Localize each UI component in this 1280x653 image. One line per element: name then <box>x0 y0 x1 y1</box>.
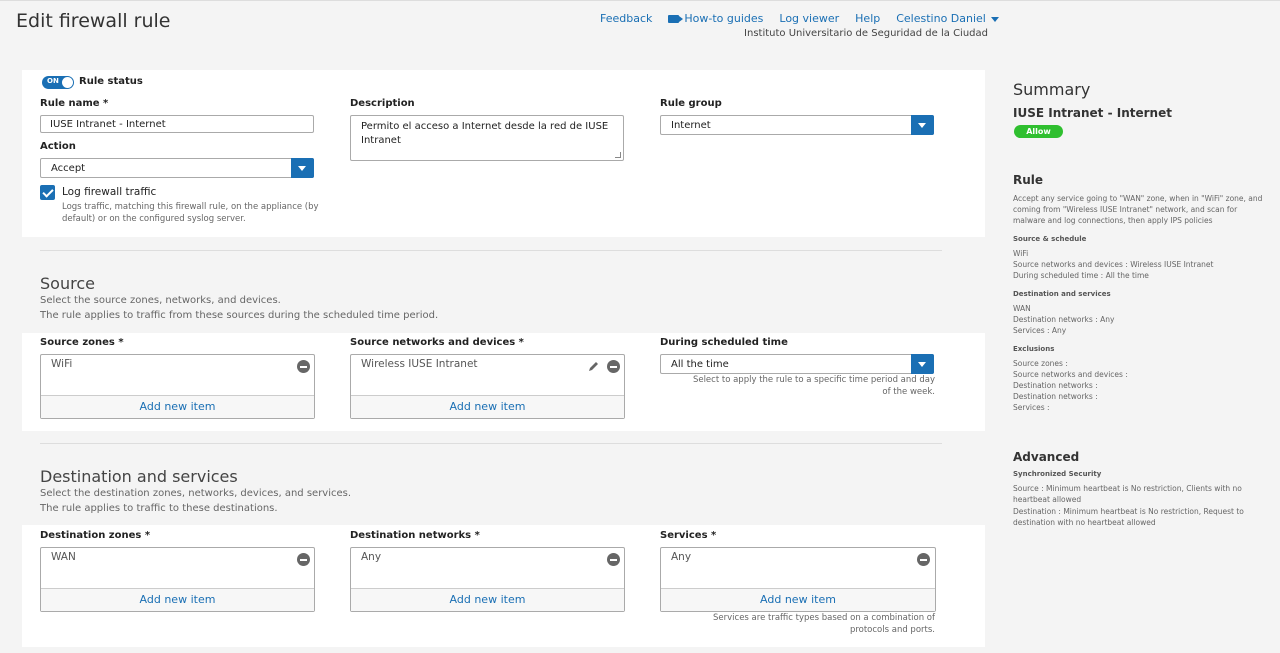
log-traffic-help: Logs traffic, matching this firewall rul… <box>62 202 319 224</box>
description-text: Permito el acceso a Internet desde la re… <box>361 121 609 146</box>
user-name: Celestino Daniel <box>896 12 986 25</box>
video-icon <box>668 15 684 23</box>
summary-ex-line-5: Services : <box>1013 403 1050 412</box>
schedule-label: During scheduled time <box>660 337 788 348</box>
summary-exclusions-heading: Exclusions <box>1013 345 1055 353</box>
remove-icon[interactable] <box>607 360 620 373</box>
description-textarea[interactable]: Permito el acceso a Internet desde la re… <box>350 115 624 161</box>
summary-adv-line-2: Destination : Minimum heartbeat is No re… <box>1013 507 1244 527</box>
add-service-button[interactable]: Add new item <box>661 588 935 611</box>
rule-name-label: Rule name * <box>40 98 109 109</box>
destination-networks-list[interactable]: Any Add new item <box>350 547 625 612</box>
chevron-down-icon[interactable] <box>291 158 314 178</box>
rule-name-input[interactable]: IUSE Intranet - Internet <box>40 115 314 133</box>
rule-group-label: Rule group <box>660 98 722 109</box>
service-item: Any <box>671 551 692 563</box>
action-value: Accept <box>51 163 86 174</box>
summary-advanced-heading: Advanced <box>1013 450 1080 464</box>
source-description-1: Select the source zones, networks, and d… <box>40 295 281 306</box>
remove-icon[interactable] <box>607 553 620 566</box>
summary-ss-line-1: WiFi <box>1013 249 1029 258</box>
feedback-link[interactable]: Feedback <box>600 12 652 25</box>
destination-description-2: The rule applies to traffic to these des… <box>40 503 278 514</box>
destination-zones-label: Destination zones * <box>40 530 151 541</box>
summary-ex-line-4: Destination networks : <box>1013 392 1098 401</box>
howto-guides-link[interactable]: How-to guides <box>668 12 763 25</box>
services-list[interactable]: Any Add new item <box>660 547 936 612</box>
summary-ss-line-2: Source networks and devices : Wireless I… <box>1013 260 1214 269</box>
chevron-down-icon <box>990 16 999 22</box>
pencil-icon[interactable] <box>587 360 600 373</box>
summary-ex-line-2: Source networks and devices : <box>1013 370 1128 379</box>
summary-title: Summary <box>1013 80 1091 99</box>
source-network-item: Wireless IUSE Intranet <box>361 358 478 370</box>
action-label: Action <box>40 141 76 152</box>
rule-status-toggle[interactable]: ON <box>42 76 74 89</box>
chevron-down-icon[interactable] <box>911 115 934 135</box>
source-section-title: Source <box>40 274 95 293</box>
source-networks-list[interactable]: Wireless IUSE Intranet Add new item <box>350 354 625 419</box>
rule-status-label: Rule status <box>79 76 143 87</box>
log-viewer-link[interactable]: Log viewer <box>779 12 839 25</box>
description-label: Description <box>350 98 415 109</box>
remove-icon[interactable] <box>297 553 310 566</box>
top-navigation: Feedback How-to guides Log viewer Help C… <box>600 12 999 25</box>
destination-zones-list[interactable]: WAN Add new item <box>40 547 315 612</box>
summary-rule-name: IUSE Intranet - Internet <box>1013 106 1172 120</box>
log-traffic-checkbox[interactable] <box>40 185 55 200</box>
summary-sync-security-heading: Synchronized Security <box>1013 470 1102 478</box>
summary-ss-line-3: During scheduled time : All the time <box>1013 271 1149 280</box>
services-label: Services * <box>660 530 717 541</box>
summary-ds-line-3: Services : Any <box>1013 326 1067 335</box>
toggle-knob <box>62 77 73 88</box>
services-help: Services are traffic types based on a co… <box>713 613 935 635</box>
destination-network-item: Any <box>361 551 382 563</box>
schedule-value: All the time <box>671 359 729 370</box>
summary-rule-text: Accept any service going to "WAN" zone, … <box>1013 194 1263 225</box>
user-menu[interactable]: Celestino Daniel <box>896 12 999 25</box>
schedule-select[interactable]: All the time <box>660 354 934 374</box>
add-destination-zone-button[interactable]: Add new item <box>41 588 314 611</box>
add-destination-network-button[interactable]: Add new item <box>351 588 624 611</box>
add-source-zone-button[interactable]: Add new item <box>41 395 314 418</box>
source-description-2: The rule applies to traffic from these s… <box>40 310 439 321</box>
source-zones-list[interactable]: WiFi Add new item <box>40 354 315 419</box>
schedule-help: Select to apply the rule to a specific t… <box>692 375 935 397</box>
allow-badge: Allow <box>1014 125 1063 138</box>
destination-section-title: Destination and services <box>40 467 238 486</box>
summary-ds-line-1: WAN <box>1013 304 1031 313</box>
howto-guides-label: How-to guides <box>684 12 764 25</box>
chevron-down-icon[interactable] <box>911 354 934 374</box>
rule-group-value: Internet <box>671 120 711 131</box>
action-select[interactable]: Accept <box>40 158 314 178</box>
summary-source-schedule-heading: Source & schedule <box>1013 235 1087 243</box>
section-divider <box>40 250 942 251</box>
organization-name: Instituto Universitario de Seguridad de … <box>744 28 988 39</box>
rule-group-select[interactable]: Internet <box>660 115 934 135</box>
destination-networks-label: Destination networks * <box>350 530 480 541</box>
section-divider <box>40 443 942 444</box>
help-link[interactable]: Help <box>855 12 880 25</box>
log-traffic-label: Log firewall traffic <box>62 186 157 198</box>
destination-zone-item: WAN <box>51 551 76 563</box>
summary-ex-line-1: Source zones : <box>1013 359 1068 368</box>
summary-destination-heading: Destination and services <box>1013 290 1111 298</box>
destination-description-1: Select the destination zones, networks, … <box>40 488 352 499</box>
summary-ds-line-2: Destination networks : Any <box>1013 315 1115 324</box>
summary-rule-heading: Rule <box>1013 173 1044 187</box>
summary-adv-line-1: Source : Minimum heartbeat is No restric… <box>1013 484 1242 504</box>
remove-icon[interactable] <box>917 553 930 566</box>
remove-icon[interactable] <box>297 360 310 373</box>
source-networks-label: Source networks and devices * <box>350 337 524 348</box>
summary-ex-line-3: Destination networks : <box>1013 381 1098 390</box>
page-title: Edit firewall rule <box>16 10 171 32</box>
add-source-network-button[interactable]: Add new item <box>351 395 624 418</box>
source-zones-label: Source zones * <box>40 337 124 348</box>
resize-handle-icon[interactable] <box>615 152 621 158</box>
source-zone-item: WiFi <box>51 358 73 370</box>
toggle-on-text: ON <box>47 77 59 85</box>
